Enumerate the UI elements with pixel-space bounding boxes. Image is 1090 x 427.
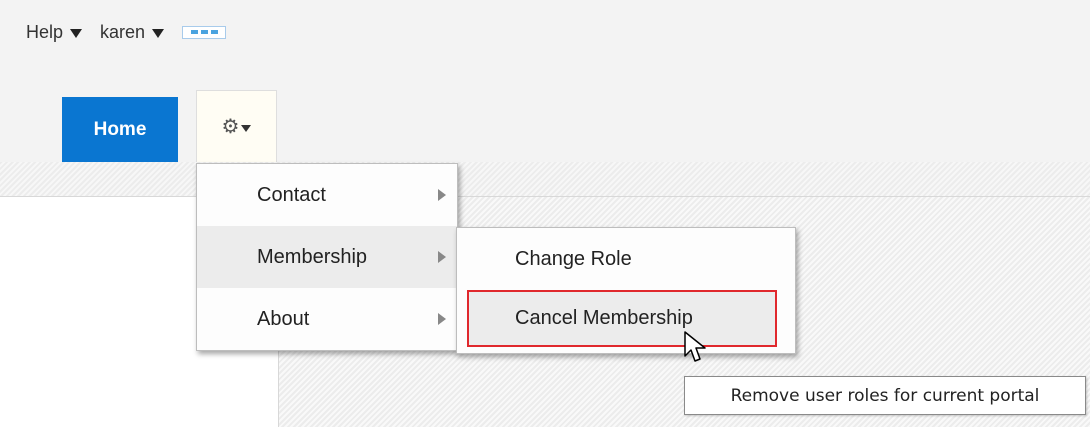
menu-item-label: Contact: [257, 183, 326, 206]
submenu-item-cancel-membership[interactable]: Cancel Membership: [467, 290, 777, 347]
submenu-item-label: Change Role: [515, 247, 632, 270]
tab-home-label: Home: [93, 118, 147, 140]
top-nav: Help karen: [26, 20, 227, 44]
user-label: karen: [100, 21, 146, 42]
help-label: Help: [26, 21, 64, 42]
submenu-arrow-icon: [438, 251, 446, 263]
dot-icon: [200, 30, 208, 34]
submenu-arrow-icon: [438, 189, 446, 201]
submenu-arrow-icon: [438, 313, 446, 325]
gear-icon: ⚙: [221, 116, 240, 138]
settings-dropdown-menu: Contact Membership About: [196, 163, 458, 351]
tooltip-text: Remove user roles for current portal: [730, 385, 1040, 406]
settings-menu-button[interactable]: ⚙: [196, 90, 277, 163]
submenu-item-label: Cancel Membership: [515, 307, 693, 329]
dot-icon: [190, 30, 198, 34]
help-menu[interactable]: Help: [26, 21, 83, 43]
tooltip: Remove user roles for current portal: [684, 376, 1086, 415]
mouse-pointer-icon: [684, 331, 706, 362]
more-options-button[interactable]: [182, 25, 227, 39]
caret-down-icon: [70, 28, 83, 38]
menu-item-contact[interactable]: Contact: [197, 164, 457, 226]
menu-item-about[interactable]: About: [197, 288, 457, 350]
top-header: Help karen Home ⚙: [0, 0, 1090, 180]
submenu-item-change-role[interactable]: Change Role: [457, 228, 795, 290]
tab-home[interactable]: Home: [62, 97, 178, 162]
menu-item-label: About: [257, 307, 310, 330]
user-menu[interactable]: karen: [100, 21, 165, 43]
menu-item-membership[interactable]: Membership: [197, 226, 457, 288]
menu-item-label: Membership: [257, 245, 368, 268]
caret-down-icon: [152, 28, 165, 38]
membership-submenu: Change Role Cancel Membership: [456, 227, 796, 354]
dot-icon: [210, 30, 218, 34]
content-divider-band: [0, 162, 1090, 197]
caret-down-icon: [241, 124, 252, 132]
